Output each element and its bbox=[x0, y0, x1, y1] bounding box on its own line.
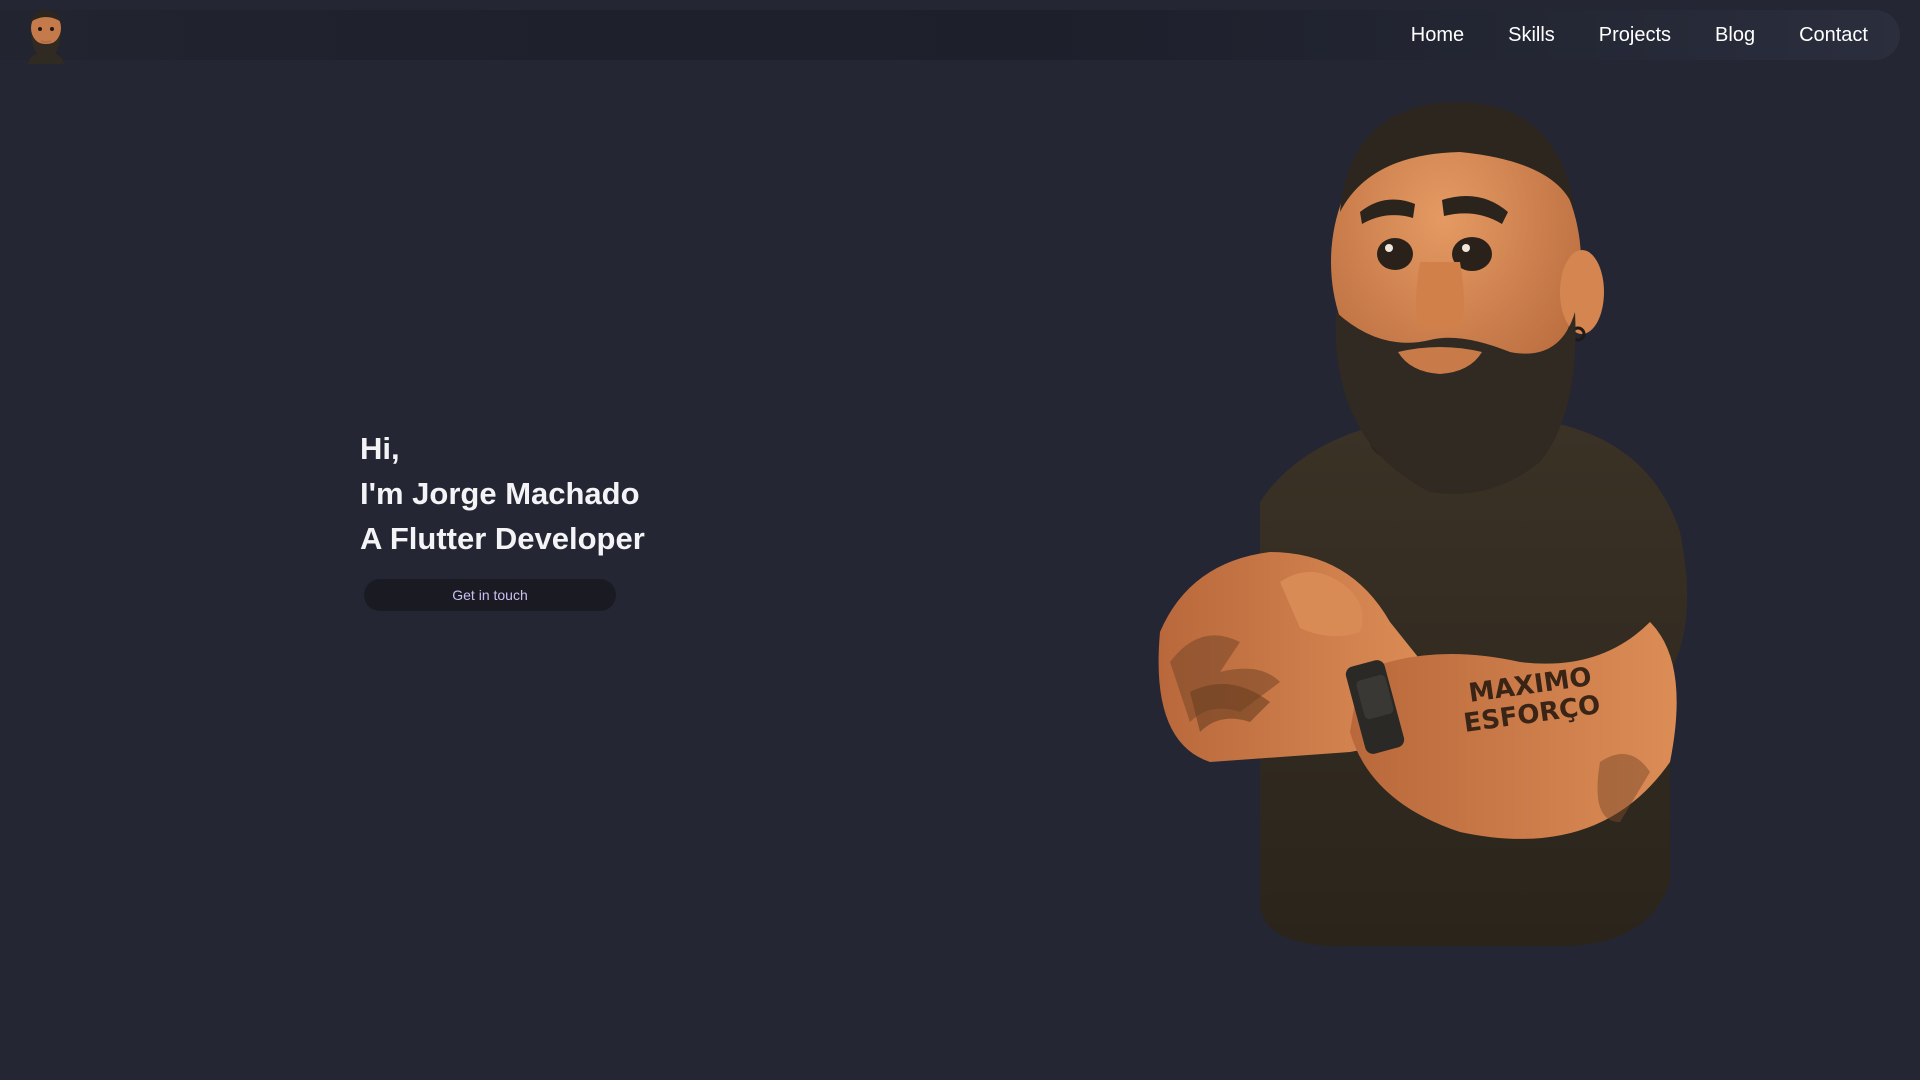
nav-skills[interactable]: Skills bbox=[1486, 10, 1577, 60]
nav-home[interactable]: Home bbox=[1389, 10, 1486, 60]
hero-greeting: Hi, bbox=[360, 431, 400, 466]
bearded-man-avatar: MAXIMO ESFORÇO bbox=[1130, 62, 1730, 962]
hero-role: A Flutter Developer bbox=[360, 521, 645, 556]
nav-contact[interactable]: Contact bbox=[1777, 10, 1890, 60]
hero-name: I'm Jorge Machado bbox=[360, 476, 640, 511]
nav-blog[interactable]: Blog bbox=[1693, 10, 1777, 60]
main-nav: Home Skills Projects Blog Contact bbox=[1389, 10, 1890, 60]
get-in-touch-button[interactable]: Get in touch bbox=[364, 579, 616, 611]
nav-projects[interactable]: Projects bbox=[1577, 10, 1693, 60]
avatar-head-icon[interactable] bbox=[20, 8, 72, 64]
hero-intro: Hi, I'm Jorge Machado A Flutter Develope… bbox=[360, 426, 645, 561]
